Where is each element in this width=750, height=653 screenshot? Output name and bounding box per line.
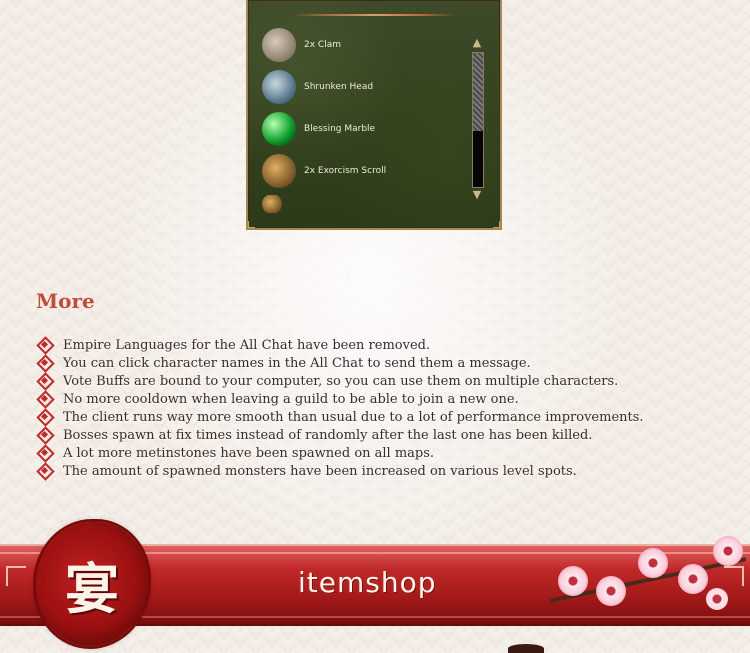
diamond-bullet-icon	[36, 428, 54, 442]
item-shrunken-head[interactable]: Shrunken Head	[262, 69, 373, 105]
diamond-bullet-icon	[36, 446, 54, 460]
blossom-icon	[638, 548, 668, 578]
list-item-text: Vote Buffs are bound to your computer, s…	[63, 373, 619, 389]
reward-items-window: 2x Clam Shrunken Head Blessing Marble 2x…	[246, 0, 502, 230]
diamond-bullet-icon	[36, 356, 54, 370]
list-item-text: Bosses spawn at fix times instead of ran…	[63, 427, 593, 443]
list-item-text: The amount of spawned monsters have been…	[63, 463, 577, 479]
diamond-bullet-icon	[36, 392, 54, 406]
scroll-thumb[interactable]	[473, 53, 483, 131]
item-icon	[262, 195, 282, 213]
list-item: No more cooldown when leaving a guild to…	[36, 390, 644, 408]
window-corner-right	[493, 221, 500, 228]
window-corner-left	[248, 221, 255, 228]
bottom-decoration	[508, 644, 544, 653]
diamond-bullet-icon	[36, 374, 54, 388]
list-item: You can click character names in the All…	[36, 354, 644, 372]
blossom-icon	[558, 566, 588, 596]
itemshop-title: itemshop	[298, 566, 437, 599]
item-partial[interactable]	[262, 195, 282, 213]
list-item: A lot more metinstones have been spawned…	[36, 444, 644, 462]
cherry-blossom-decoration	[538, 528, 750, 628]
blessing-marble-icon	[262, 112, 296, 146]
more-feature-list: Empire Languages for the All Chat have b…	[36, 336, 644, 480]
list-item-text: Empire Languages for the All Chat have b…	[63, 337, 431, 353]
item-exorcism-scroll[interactable]: 2x Exorcism Scroll	[262, 153, 386, 189]
item-clam[interactable]: 2x Clam	[262, 27, 341, 63]
item-label: 2x Clam	[304, 40, 341, 50]
list-item-text: The client runs way more smooth than usu…	[63, 409, 644, 425]
blossom-icon	[678, 564, 708, 594]
exorcism-scroll-icon	[262, 154, 296, 188]
diamond-bullet-icon	[36, 464, 54, 478]
window-divider	[292, 14, 456, 16]
shrunken-head-icon	[262, 70, 296, 104]
list-item: The client runs way more smooth than usu…	[36, 408, 644, 426]
diamond-bullet-icon	[36, 410, 54, 424]
item-label: Blessing Marble	[304, 124, 376, 134]
list-item: The amount of spawned monsters have been…	[36, 462, 644, 480]
scroll-track[interactable]	[472, 52, 484, 188]
blossom-icon	[596, 576, 626, 606]
diamond-bullet-icon	[36, 338, 54, 352]
scroll-down-arrow-icon[interactable]: ▼	[470, 188, 484, 202]
more-section-title: More	[36, 289, 95, 313]
scroll-up-arrow-icon[interactable]: ▲	[470, 36, 484, 50]
item-scrollbar[interactable]: ▲ ▼	[470, 36, 484, 202]
banner-corner-ornament-left	[6, 566, 26, 586]
seal-character: 宴	[65, 556, 119, 621]
item-label: 2x Exorcism Scroll	[304, 166, 387, 176]
list-item: Vote Buffs are bound to your computer, s…	[36, 372, 644, 390]
item-blessing-marble[interactable]: Blessing Marble	[262, 111, 375, 147]
list-item-text: You can click character names in the All…	[63, 355, 531, 371]
blossom-icon	[713, 536, 743, 566]
clam-icon	[262, 28, 296, 62]
list-item: Bosses spawn at fix times instead of ran…	[36, 426, 644, 444]
list-item: Empire Languages for the All Chat have b…	[36, 336, 644, 354]
item-label: Shrunken Head	[304, 82, 374, 92]
blossom-icon	[706, 588, 728, 610]
list-item-text: A lot more metinstones have been spawned…	[63, 445, 435, 461]
list-item-text: No more cooldown when leaving a guild to…	[63, 391, 519, 407]
